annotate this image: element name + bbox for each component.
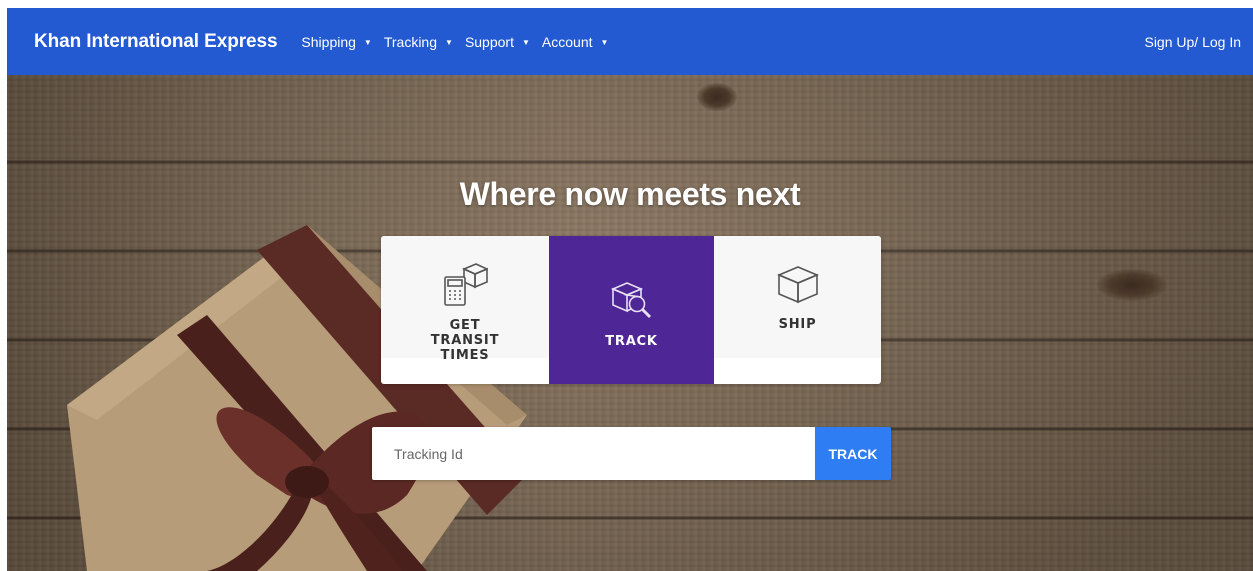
caret-down-icon: ▼	[363, 37, 372, 47]
caret-down-icon: ▼	[445, 37, 453, 47]
track-button[interactable]: TRACK	[815, 427, 891, 480]
brand-logo-text[interactable]: Khan International Express	[34, 31, 278, 53]
nav-item-shipping[interactable]: Shipping ▼	[301, 34, 371, 50]
option-ship[interactable]: SHIP	[714, 236, 881, 358]
transit-calculator-icon	[442, 263, 490, 312]
tracking-form: TRACK	[372, 427, 891, 480]
ship-box-icon	[776, 264, 819, 309]
nav-item-account[interactable]: Account ▼	[542, 34, 609, 50]
service-options-card: GET TRANSIT TIMES TRACK SHIP	[381, 236, 881, 384]
tracking-id-input[interactable]	[372, 427, 815, 480]
caret-down-icon: ▼	[600, 37, 609, 47]
option-label: GET TRANSIT TIMES	[430, 318, 500, 363]
top-navbar: Khan International Express Shipping ▼ Tr…	[7, 8, 1253, 75]
caret-down-icon: ▼	[521, 37, 530, 47]
main-nav-menu: Shipping ▼ Tracking ▼ Support ▼ Account …	[301, 34, 620, 50]
hero-section: Where now meets next GET TRANSIT TIMES T…	[7, 75, 1253, 571]
option-get-transit-times[interactable]: GET TRANSIT TIMES	[381, 236, 549, 363]
nav-item-tracking[interactable]: Tracking ▼	[384, 34, 453, 50]
option-label: SHIP	[778, 317, 817, 332]
signup-login-link[interactable]: Sign Up/ Log In	[1144, 34, 1241, 50]
option-track[interactable]: TRACK	[549, 236, 714, 384]
hero-title: Where now meets next	[459, 176, 801, 212]
nav-item-label: Support	[464, 33, 514, 50]
nav-item-label: Shipping	[301, 33, 356, 50]
wood-knot	[1097, 269, 1167, 301]
option-label: TRACK	[605, 334, 658, 349]
nav-item-label: Tracking	[383, 33, 438, 50]
page: Khan International Express Shipping ▼ Tr…	[0, 0, 1253, 571]
track-package-search-icon	[610, 280, 653, 325]
nav-item-label: Account	[541, 33, 593, 50]
nav-item-support[interactable]: Support ▼	[465, 34, 530, 50]
